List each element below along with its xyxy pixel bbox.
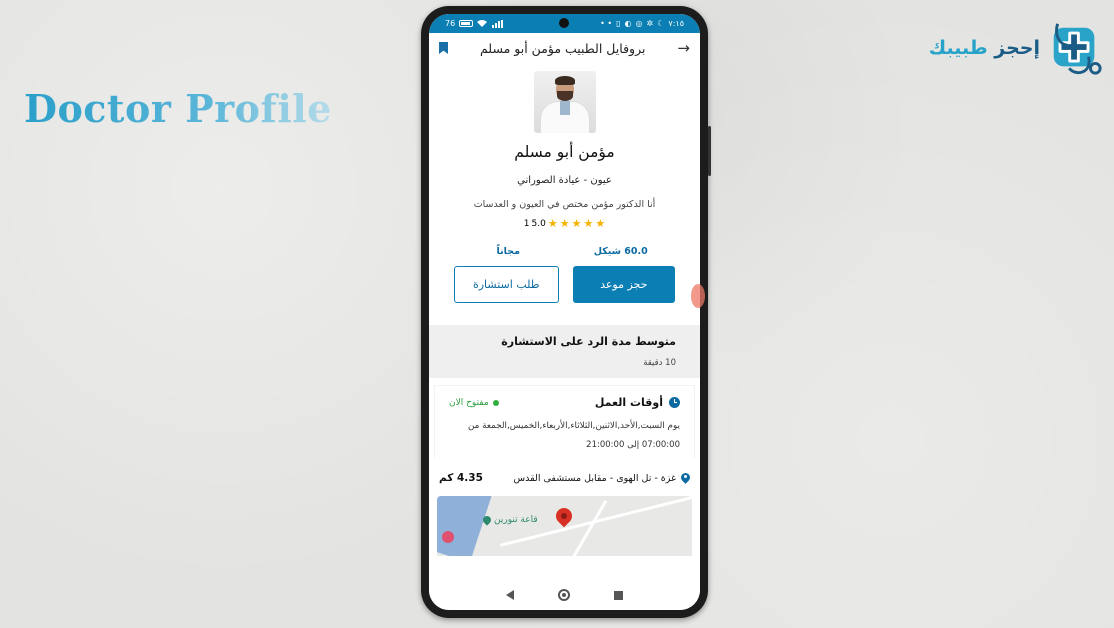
phone-screen: 76 • • ▯ ◐ ◎ ✲ ☾ ٧:١٥ → بروفايل الطبيب م… <box>429 14 700 610</box>
signal-icon <box>491 19 504 28</box>
location-map[interactable]: قاعة تنورين <box>437 496 692 556</box>
appointment-price: 60.0 شيكل <box>593 246 648 257</box>
location-row: غزة - تل الهوى - مقابل مستشفى القدس 4.35… <box>429 458 700 484</box>
brand-name-part1: إحجز <box>994 37 1040 59</box>
bookmark-icon[interactable] <box>439 42 449 54</box>
response-time-value: 10 دقيقة <box>643 358 676 368</box>
working-days: يوم السبت,الأحد,الاثنين,الثلاثاء,الأربعا… <box>467 421 680 431</box>
working-hours-header: أوقات العمل مفتوح الان <box>449 396 680 409</box>
star-icon: ★ <box>559 217 570 230</box>
touch-indicator <box>691 284 705 308</box>
battery-saver-icon: ▯ <box>616 19 621 28</box>
map-poi-icon <box>442 531 454 543</box>
brand-name: إحجز طبيبك <box>929 37 1040 59</box>
nav-back-icon[interactable] <box>506 590 514 600</box>
status-dot-icon <box>492 399 499 406</box>
actions-row: حجز موعد طلب استشارة <box>429 266 700 303</box>
phone-frame: 76 • • ▯ ◐ ◎ ✲ ☾ ٧:١٥ → بروفايل الطبيب م… <box>421 6 711 618</box>
battery-percent: 76 <box>445 19 456 28</box>
rating-value: 5.0 <box>531 218 546 229</box>
profile-header: مؤمن أبو مسلم عيون - عيادة الصوراني أنا … <box>429 63 700 229</box>
location-address: غزة - تل الهوى - مقابل مستشفى القدس <box>513 472 676 484</box>
map-marker-icon[interactable] <box>552 504 576 528</box>
doctor-specialty: عيون - عيادة الصوراني <box>517 175 612 186</box>
app-notification-icon: ◐ <box>624 19 632 28</box>
doctor-bio: أنا الدكتور مؤمن مختص في العيون و العدسا… <box>473 199 656 210</box>
doctor-name: مؤمن أبو مسلم <box>514 143 615 161</box>
prices-row: 60.0 شيكل مجاناً <box>429 246 700 257</box>
android-nav-bar <box>429 580 700 610</box>
arrow-right-icon[interactable]: → <box>677 40 690 56</box>
brand: إحجز طبيبك <box>929 18 1104 78</box>
rating: 1 5.0 ★ ★ ★ ★ ★ <box>429 218 700 229</box>
notification-dots-icon: • • <box>600 19 613 28</box>
working-time-range: 07:00:00 إلى 21:00:00 <box>449 440 680 450</box>
doctor-avatar <box>533 71 596 133</box>
consultation-price: مجاناً <box>496 246 520 257</box>
working-hours-title: أوقات العمل <box>595 396 680 409</box>
settings-notification-icon: ✲ <box>646 19 654 28</box>
map-place-pin-icon <box>481 514 493 526</box>
rating-count: 1 <box>523 218 530 229</box>
camera-hole <box>559 18 569 28</box>
promo-title: Doctor Profile <box>24 86 332 131</box>
request-consultation-button[interactable]: طلب استشارة <box>454 266 559 303</box>
status-left: 76 <box>445 19 504 29</box>
app-bar: → بروفايل الطبيب مؤمن أبو مسلم <box>429 33 700 63</box>
open-status: مفتوح الان <box>449 398 499 408</box>
page-title: بروفايل الطبيب مؤمن أبو مسلم <box>479 40 646 56</box>
response-time-card: متوسط مدة الرد على الاستشارة 10 دقيقة <box>429 325 700 378</box>
phone-side-button <box>708 126 711 176</box>
map-water <box>437 496 492 556</box>
battery-icon <box>459 20 474 27</box>
star-icon: ★ <box>583 217 594 230</box>
time-from: 07:00:00 <box>641 440 680 450</box>
profile-content[interactable]: مؤمن أبو مسلم عيون - عيادة الصوراني أنا … <box>429 63 700 591</box>
wifi-icon <box>477 19 488 29</box>
nav-recents-icon[interactable] <box>614 590 623 600</box>
location-pin-icon <box>681 473 690 484</box>
whatsapp-icon: ◎ <box>635 19 643 28</box>
time-to: 21:00:00 <box>586 440 625 450</box>
clock-icon <box>669 397 680 408</box>
map-place: قاعة تنورين <box>481 514 538 526</box>
nav-home-icon[interactable] <box>558 589 570 601</box>
star-icon: ★ <box>547 217 558 230</box>
stethoscope-cross-logo-icon <box>1053 23 1102 75</box>
status-time: ٧:١٥ <box>668 19 684 28</box>
star-icon: ★ <box>571 217 582 230</box>
open-status-label: مفتوح الان <box>449 397 489 408</box>
status-right: • • ▯ ◐ ◎ ✲ ☾ ٧:١٥ <box>600 19 684 28</box>
location-distance: 4.35 كم <box>439 472 483 484</box>
location-address-group: غزة - تل الهوى - مقابل مستشفى القدس <box>514 473 690 484</box>
book-appointment-button[interactable]: حجز موعد <box>572 266 675 303</box>
working-hours-card: أوقات العمل مفتوح الان يوم السبت,الأحد,ا… <box>435 386 694 458</box>
map-place-label: قاعة تنورين <box>494 515 538 525</box>
moon-icon: ☾ <box>657 19 665 28</box>
star-icon: ★ <box>595 217 606 230</box>
brand-name-part2: طبيبك <box>928 37 988 59</box>
working-hours-label: أوقات العمل <box>594 396 663 409</box>
time-separator: إلى <box>627 440 640 450</box>
response-time-title: متوسط مدة الرد على الاستشارة <box>501 335 676 348</box>
